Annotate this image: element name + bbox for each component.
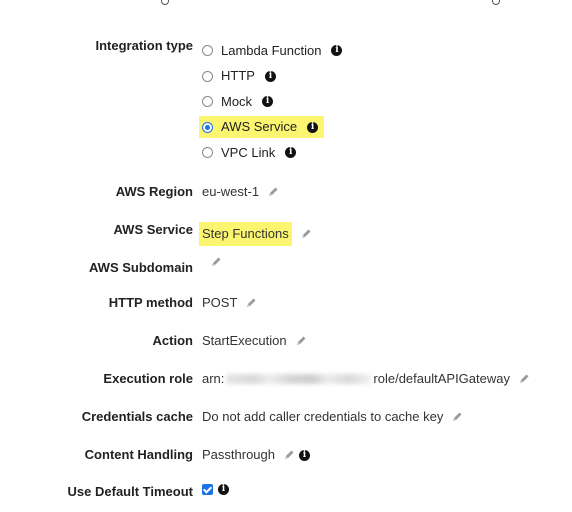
aws-subdomain-label: AWS Subdomain <box>89 260 193 275</box>
radio-label: HTTP <box>221 68 255 84</box>
radio-button[interactable] <box>202 45 213 57</box>
pencil-icon[interactable] <box>295 335 307 347</box>
info-icon[interactable]: i <box>264 70 276 82</box>
aws-region-row: AWS Region eu-west-1 <box>0 184 572 200</box>
radio-option-lambda-function[interactable]: Lambda Function i <box>202 38 343 64</box>
info-icon[interactable]: i <box>299 449 310 461</box>
info-icon[interactable]: i <box>307 121 319 133</box>
pencil-icon[interactable] <box>210 256 222 268</box>
execution-role-label: Execution role <box>103 371 193 386</box>
info-icon[interactable]: i <box>331 45 343 57</box>
pencil-icon[interactable] <box>267 186 279 198</box>
partial-icon <box>161 0 169 5</box>
integration-type-label: Integration type <box>95 38 193 53</box>
radio-option-mock[interactable]: Mock i <box>202 89 342 115</box>
aws-subdomain-row: AWS Subdomain <box>0 257 572 276</box>
aws-service-row: AWS Service Step Functions <box>0 222 572 246</box>
pencil-icon[interactable] <box>245 297 257 309</box>
aws-service-value: Step Functions <box>199 222 292 246</box>
content-handling-row: Content Handling Passthrough i <box>0 447 572 463</box>
use-default-timeout-row: Use Default Timeout i <box>0 484 572 500</box>
radio-button[interactable] <box>202 147 213 159</box>
aws-service-label: AWS Service <box>113 222 194 237</box>
integration-request-settings: Integration type Lambda Function i HTTP … <box>0 0 572 512</box>
aws-region-value: eu-west-1 <box>202 184 260 199</box>
credentials-cache-row: Credentials cache Do not add caller cred… <box>0 409 572 425</box>
integration-type-radio-group: Lambda Function i HTTP i Mock i AWS Serv… <box>199 38 343 166</box>
radio-option-http[interactable]: HTTP i <box>202 64 342 90</box>
use-default-timeout-label: Use Default Timeout <box>67 484 193 499</box>
action-label: Action <box>152 333 193 348</box>
credentials-cache-label: Credentials cache <box>81 409 193 424</box>
radio-label: Lambda Function <box>221 42 322 58</box>
action-row: Action StartExecution <box>0 333 572 349</box>
execution-role-suffix: role/defaultAPIGateway <box>373 371 510 386</box>
aws-region-label: AWS Region <box>115 184 193 199</box>
pencil-icon[interactable] <box>283 449 295 461</box>
integration-type-row: Integration type Lambda Function i HTTP … <box>0 38 572 166</box>
http-method-label: HTTP method <box>108 295 193 310</box>
http-method-value: POST <box>202 295 238 310</box>
pencil-icon[interactable] <box>451 411 463 423</box>
content-handling-value: Passthrough <box>202 447 275 462</box>
info-icon[interactable]: i <box>285 147 297 159</box>
radio-button[interactable] <box>202 96 213 108</box>
redacted-account-id <box>226 374 372 384</box>
use-default-timeout-checkbox[interactable] <box>202 484 213 495</box>
radio-label: Mock <box>221 93 253 109</box>
execution-role-row: Execution role arn: role/defaultAPIGatew… <box>0 371 572 387</box>
content-handling-label: Content Handling <box>84 447 193 462</box>
highlight: AWS Service i <box>199 116 325 139</box>
radio-label: AWS Service <box>221 119 298 135</box>
http-method-row: HTTP method POST <box>0 295 572 311</box>
execution-role-prefix: arn: <box>202 371 225 386</box>
action-value: StartExecution <box>202 333 287 348</box>
info-icon[interactable]: i <box>218 484 229 495</box>
pencil-icon[interactable] <box>518 373 530 385</box>
radio-button-selected[interactable] <box>202 121 213 133</box>
pencil-icon[interactable] <box>300 228 312 240</box>
radio-label: VPC Link <box>221 144 276 160</box>
credentials-cache-value: Do not add caller credentials to cache k… <box>202 409 444 424</box>
partial-icon <box>492 0 500 5</box>
radio-option-vpc-link[interactable]: VPC Link i <box>202 140 342 166</box>
radio-option-aws-service[interactable]: AWS Service i <box>199 115 342 141</box>
radio-button[interactable] <box>202 70 213 82</box>
info-icon[interactable]: i <box>262 96 274 108</box>
